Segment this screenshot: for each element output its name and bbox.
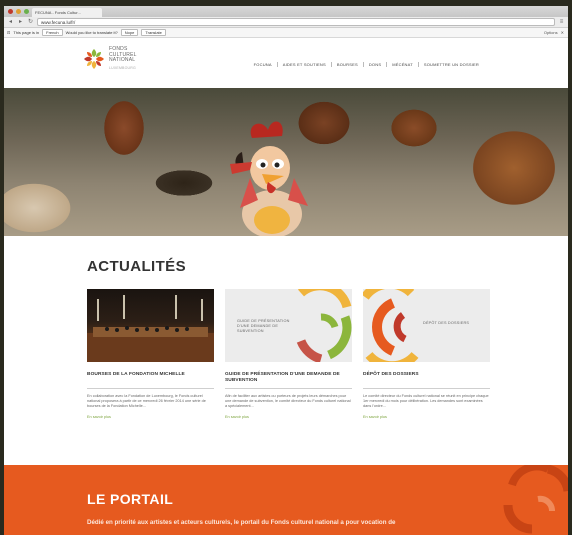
nav-item-aides-et-soutiens[interactable]: AIDES ET SOUTIENS [276, 62, 331, 67]
translate-options-button[interactable]: Options [544, 30, 558, 35]
browser-window: FECUNA - Fonds Cultur... ◂ ▸ ↻ www.fecun… [4, 6, 568, 535]
read-more-link[interactable]: En savoir plus [225, 415, 352, 419]
deposit-image[interactable]: DÉPÔT DES DOSSIERS [363, 289, 490, 362]
news-card: BOURSES DE LA FONDATION MICHELLE En coll… [87, 289, 214, 419]
portal-intro-text: Dédié en priorité aux artistes et acteur… [87, 519, 396, 526]
translate-label: This page is in [13, 30, 40, 35]
forward-arrow-icon[interactable]: ▸ [17, 19, 24, 26]
logo-line-3: NATIONAL [109, 57, 136, 63]
read-more-link[interactable]: En savoir plus [363, 415, 490, 419]
browser-toolbar: ◂ ▸ ↻ www.fecuna.lu/fr/ ≡ [4, 17, 568, 28]
portal-section: LE PORTAIL Dédié en priorité aux artiste… [4, 465, 568, 535]
news-card-body: Le comité directeur du Fonds culturel na… [363, 394, 489, 409]
divider [363, 388, 490, 389]
concert-stage-icon [87, 295, 214, 362]
main-navigation: FOCUNA AIDES ET SOUTIENS BOURSES DONS MÉ… [249, 62, 484, 67]
news-card: GUIDE DE PRÉSENTATION D'UNE DEMANDE DE S… [225, 289, 352, 419]
divider [87, 388, 214, 389]
logo-subtitle: LUXEMBOURG [109, 65, 136, 70]
nav-item-soumettre-dossier[interactable]: SOUMETTRE UN DOSSIER [417, 62, 484, 67]
language-select[interactable]: French [42, 29, 63, 36]
window-controls [8, 9, 29, 14]
close-window-button[interactable] [8, 9, 13, 14]
guide-image[interactable]: GUIDE DE PRÉSENTATION D'UNE DEMANDE DE S… [225, 289, 352, 362]
translate-bar: ⊡ This page is in French Would you like … [4, 28, 568, 38]
news-card-list: BOURSES DE LA FONDATION MICHELLE En coll… [87, 289, 568, 419]
translate-icon: ⊡ [7, 30, 11, 35]
site-logo[interactable]: FONDS CULTUREL NATIONAL LUXEMBOURG [82, 46, 137, 71]
news-card: DÉPÔT DES DOSSIERS DÉPÔT DES DOSSIERS Le… [363, 289, 490, 419]
back-arrow-icon[interactable]: ◂ [7, 19, 14, 26]
browser-tab[interactable]: FECUNA - Fonds Cultur... [32, 8, 102, 17]
news-card-title[interactable]: BOURSES DE LA FONDATION MICHELLE [87, 372, 214, 384]
translate-question: Would you like to translate it? [65, 30, 118, 35]
logo-wordmark: FONDS CULTUREL NATIONAL LUXEMBOURG [109, 46, 137, 71]
browser-tab-bar: FECUNA - Fonds Cultur... [4, 6, 568, 17]
nope-button[interactable]: Nope [120, 29, 139, 36]
portal-heading: LE PORTAIL [87, 491, 174, 507]
news-card-body: Afin de faciliter aux artistes ou porteu… [225, 394, 351, 409]
divider [225, 388, 352, 389]
hero-image [4, 88, 568, 236]
fonds-culturel-logo-icon [84, 49, 104, 69]
guide-image-caption: GUIDE DE PRÉSENTATION D'UNE DEMANDE DE S… [237, 319, 290, 333]
address-bar[interactable]: www.fecuna.lu/fr/ [37, 18, 555, 26]
logo-arcs-icon [503, 465, 568, 534]
site-header: FONDS CULTUREL NATIONAL LUXEMBOURG FOCUN… [4, 38, 568, 88]
concert-hall-image[interactable] [87, 289, 214, 362]
translate-button[interactable]: Translate [141, 29, 166, 36]
nav-item-dons[interactable]: DONS [362, 62, 386, 67]
news-card-body: En collaboration avec la Fondation de Lu… [87, 394, 206, 409]
nav-item-focuna[interactable]: FOCUNA [249, 62, 277, 67]
zoom-window-button[interactable] [24, 9, 29, 14]
minimize-window-button[interactable] [16, 9, 21, 14]
nav-item-bourses[interactable]: BOURSES [330, 62, 363, 67]
nav-item-mecenat[interactable]: MÉCÉNAT [386, 62, 418, 67]
read-more-link[interactable]: En savoir plus [87, 415, 214, 419]
news-section: ACTUALITÉS BOURSES DE LA FONDATION MICHE… [4, 258, 568, 419]
reload-icon[interactable]: ↻ [27, 19, 34, 26]
close-icon[interactable]: ✕ [561, 30, 564, 35]
deposit-image-caption: DÉPÔT DES DOSSIERS [423, 321, 470, 325]
news-heading: ACTUALITÉS [87, 258, 186, 275]
news-card-title[interactable]: DÉPÔT DES DOSSIERS [363, 372, 490, 384]
news-card-title[interactable]: GUIDE DE PRÉSENTATION D'UNE DEMANDE DE S… [225, 372, 352, 384]
menu-icon[interactable]: ≡ [558, 19, 565, 26]
rooster-puppet-image [230, 121, 308, 236]
